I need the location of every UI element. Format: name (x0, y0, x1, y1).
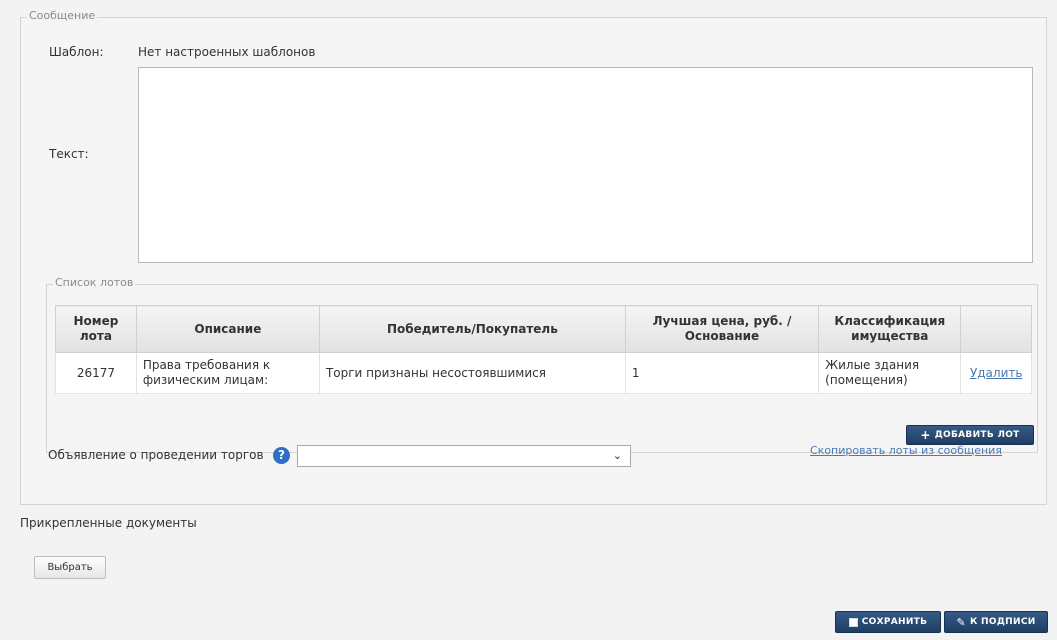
col-best-price: Лучшая цена, руб. / Основание (624, 305, 820, 353)
announcement-label: Объявление о проведении торгов (48, 448, 264, 462)
attached-docs-label: Прикрепленные документы (20, 516, 197, 530)
lot-number: 26177 (55, 352, 137, 394)
add-lot-button[interactable]: + добавить лот (906, 425, 1034, 445)
lots-table: Номер лота Описание Победитель/Покупател… (55, 305, 1032, 394)
help-icon[interactable]: ? (273, 447, 290, 464)
sign-label: к подписи (969, 617, 1036, 627)
sign-button[interactable]: ✎ к подписи (944, 611, 1048, 633)
pencil-icon: ✎ (956, 615, 966, 629)
choose-file-button[interactable]: Выбрать (34, 556, 106, 579)
col-winner: Победитель/Покупатель (318, 305, 626, 353)
lot-description: Права требования к физическим лицам: (135, 352, 320, 394)
template-label: Шаблон: (49, 45, 104, 59)
text-label: Текст: (49, 147, 89, 161)
add-lot-label: добавить лот (934, 430, 1020, 440)
lot-classification: Жилые здания (помещения) (818, 352, 962, 394)
announcement-select[interactable]: ⌄ (297, 445, 631, 467)
copy-lots-link[interactable]: Скопировать лоты из сообщения (810, 444, 1002, 457)
save-button[interactable]: сохранить (835, 611, 941, 633)
floppy-icon (848, 617, 858, 627)
lots-header-row: Номер лота Описание Победитель/Покупател… (55, 305, 1032, 353)
template-value: Нет настроенных шаблонов (138, 45, 316, 59)
message-text-area[interactable] (138, 67, 1033, 263)
plus-icon: + (920, 428, 931, 442)
message-legend: Сообщение (27, 9, 98, 22)
lots-legend: Список лотов (53, 276, 136, 289)
delete-lot-link[interactable]: Удалить (970, 366, 1023, 380)
lot-price: 1 (624, 352, 820, 394)
save-label: сохранить (861, 617, 928, 627)
col-actions (960, 305, 1032, 353)
chevron-down-icon: ⌄ (612, 449, 622, 462)
lots-fieldset: Список лотов Номер лота Описание Победит… (46, 276, 1038, 453)
table-row: 26177 Права требования к физическим лица… (55, 352, 1032, 394)
delete-lot-cell: Удалить (960, 352, 1032, 394)
col-classification: Классификация имущества (818, 305, 962, 353)
message-fieldset: Сообщение Шаблон: Нет настроенных шаблон… (20, 9, 1047, 505)
lot-winner: Торги признаны несостоявшимися (318, 352, 626, 394)
col-description: Описание (135, 305, 320, 353)
col-lot-number: Номер лота (55, 305, 137, 353)
